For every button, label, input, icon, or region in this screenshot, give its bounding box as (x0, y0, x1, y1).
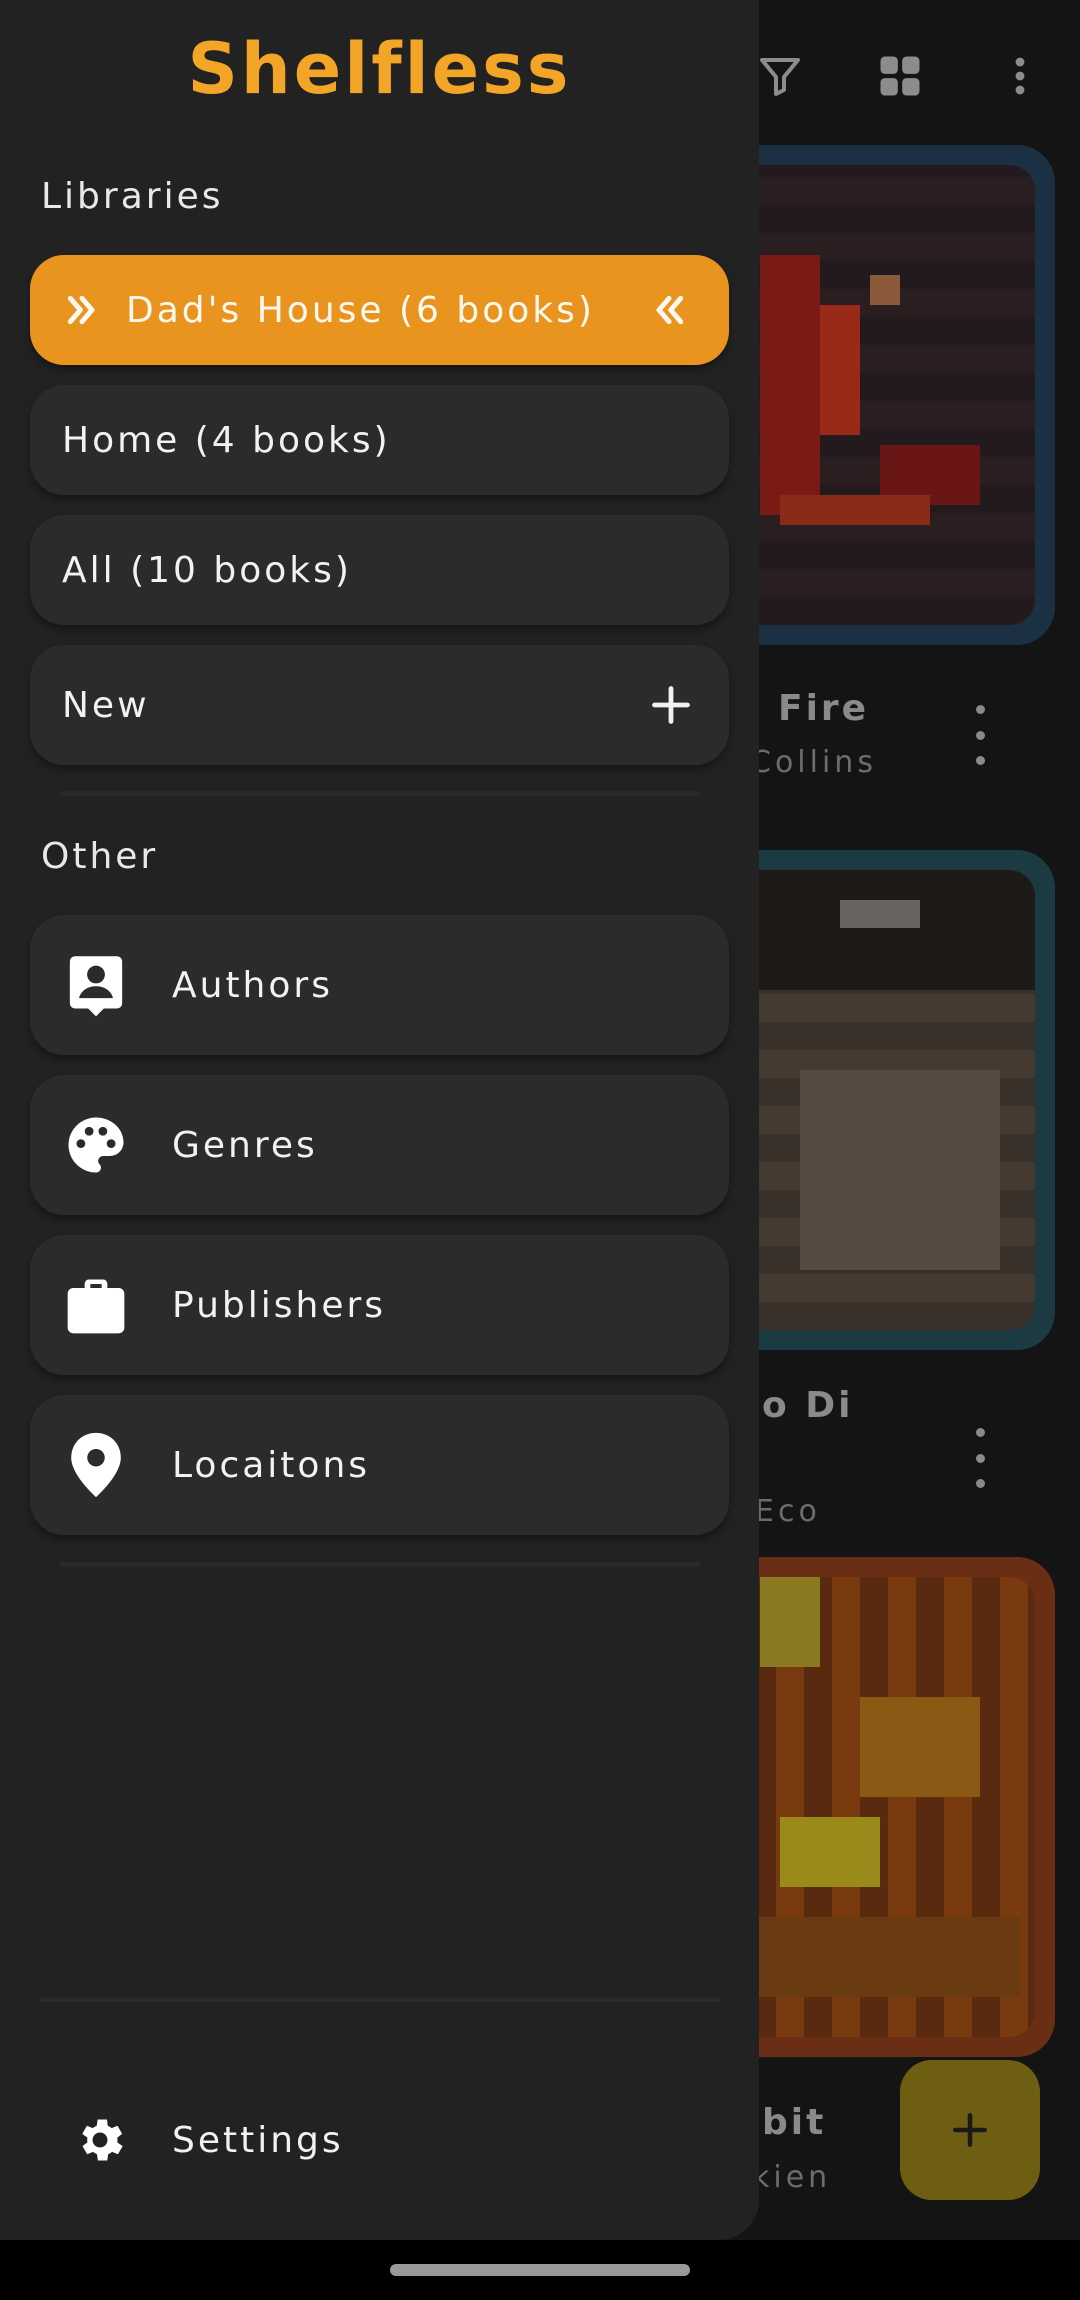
new-library-label: New (62, 684, 150, 726)
nav-item-authors[interactable]: Authors (30, 915, 729, 1055)
divider (60, 791, 700, 796)
book-author: Collins (750, 745, 877, 780)
grid-view-icon[interactable] (868, 44, 932, 108)
divider (60, 1562, 700, 1567)
plus-icon (649, 683, 693, 727)
cover-image (720, 870, 1035, 1330)
new-library-button[interactable]: New (30, 645, 729, 765)
library-item-label: All (10 books) (62, 549, 352, 591)
cover-image (720, 1577, 1035, 2037)
book-author: kien (752, 2160, 832, 2195)
library-item-label: Home (4 books) (62, 419, 391, 461)
palette-icon (60, 1109, 132, 1181)
gear-icon (70, 2104, 130, 2176)
more-vert-icon[interactable] (968, 1428, 992, 1488)
nav-item-label: Locaitons (172, 1444, 371, 1486)
library-item-home[interactable]: Home (4 books) (30, 385, 729, 495)
double-chevron-right-icon (62, 290, 102, 330)
nav-item-label: Genres (172, 1124, 318, 1166)
book-title: bit (762, 2102, 827, 2143)
library-item-all[interactable]: All (10 books) (30, 515, 729, 625)
libraries-heading: Libraries (41, 176, 224, 217)
more-vert-icon[interactable] (968, 705, 992, 765)
settings-label: Settings (172, 2119, 344, 2161)
double-chevron-left-icon (649, 290, 689, 330)
book-title: o Di (762, 1385, 854, 1426)
navigation-drawer: Shelfless Libraries Dad's House (6 books… (0, 0, 759, 2240)
book-author: Eco (755, 1494, 821, 1529)
add-book-button[interactable] (900, 2060, 1040, 2200)
other-heading: Other (41, 836, 159, 877)
nav-item-label: Authors (172, 964, 333, 1006)
nav-item-locations[interactable]: Locaitons (30, 1395, 729, 1535)
cover-image (720, 165, 1035, 625)
library-item-dads-house[interactable]: Dad's House (6 books) (30, 255, 729, 365)
app-title: Shelfless (187, 28, 572, 110)
library-item-label: Dad's House (6 books) (126, 289, 595, 331)
home-gesture-handle[interactable] (390, 2264, 690, 2276)
settings-button[interactable]: Settings (30, 2085, 729, 2195)
book-title: Fire (778, 688, 870, 729)
briefcase-icon (60, 1269, 132, 1341)
nav-item-genres[interactable]: Genres (30, 1075, 729, 1215)
plus-icon (953, 2113, 987, 2147)
more-vert-icon[interactable] (988, 44, 1052, 108)
person-badge-icon (60, 949, 132, 1021)
nav-item-label: Publishers (172, 1284, 387, 1326)
nav-item-publishers[interactable]: Publishers (30, 1235, 729, 1375)
location-pin-icon (60, 1429, 132, 1501)
divider (40, 1997, 720, 2002)
